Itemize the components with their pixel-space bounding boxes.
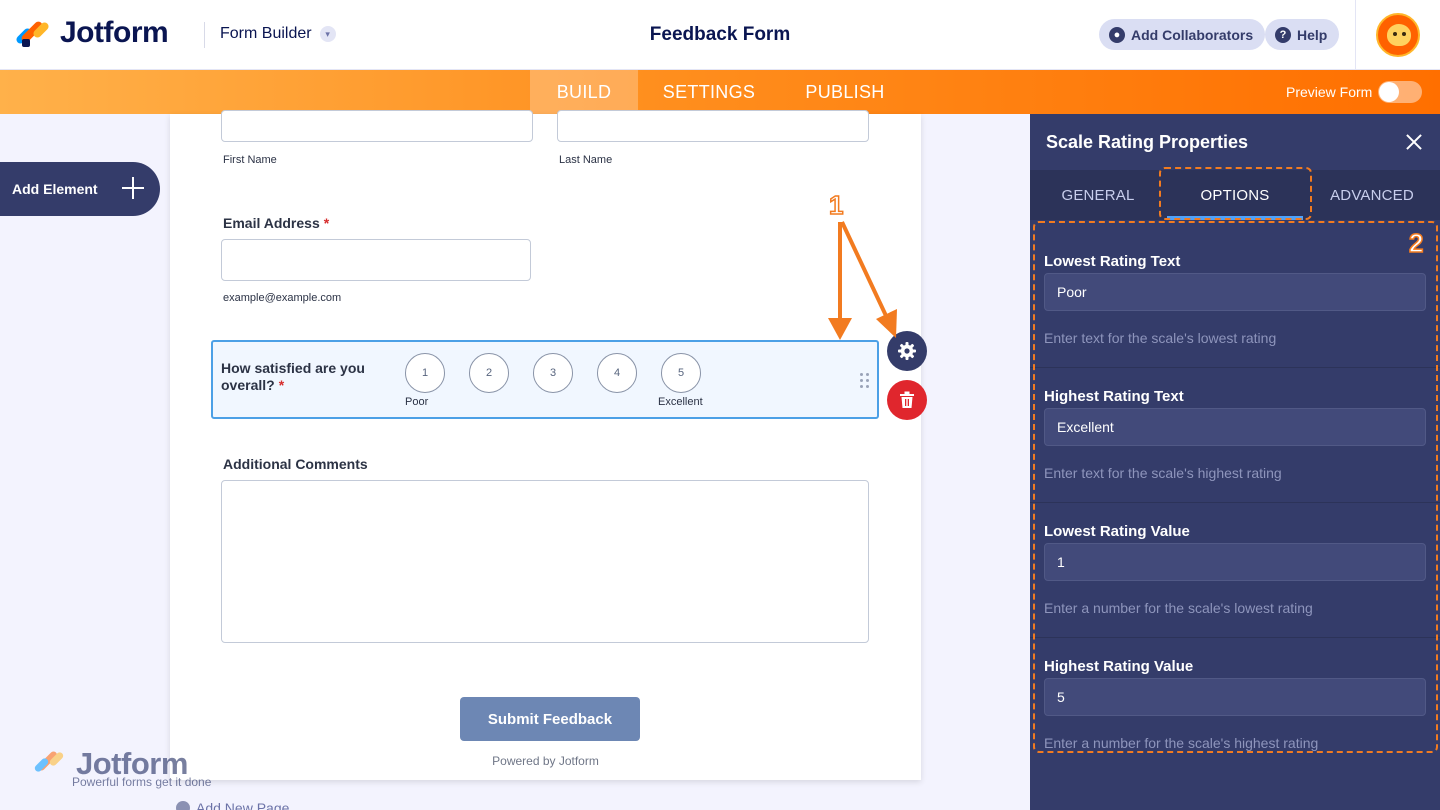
- watermark-tagline: Powerful forms get it done: [72, 775, 212, 789]
- brand-name: Jotform: [60, 16, 169, 49]
- preview-form-toggle[interactable]: [1378, 81, 1422, 103]
- avatar[interactable]: [1376, 13, 1420, 57]
- last-name-sublabel: Last Name: [559, 154, 613, 166]
- required-asterisk: *: [278, 377, 285, 393]
- form-builder-dropdown[interactable]: Form Builder ▾: [220, 25, 336, 43]
- scale-option-3[interactable]: 3: [533, 353, 573, 393]
- add-element-button[interactable]: Add Element: [0, 162, 160, 216]
- email-input[interactable]: [221, 239, 531, 281]
- avatar-eye-left: [1393, 32, 1397, 36]
- form-canvas: First Name Last Name Email Address * exam…: [170, 110, 927, 780]
- field-properties-button[interactable]: [887, 331, 927, 371]
- scale-option-1[interactable]: 1: [405, 353, 445, 393]
- tab-settings[interactable]: SETTINGS: [648, 70, 770, 114]
- help-label: Help: [1297, 26, 1328, 43]
- annotation-options-panel-highlight: [1033, 221, 1438, 753]
- avatar-eye-right: [1402, 32, 1406, 36]
- tab-advanced[interactable]: ADVANCED: [1304, 170, 1440, 220]
- powered-by[interactable]: Powered by Jotform: [170, 754, 921, 768]
- add-collaborators-label: Add Collaborators: [1131, 26, 1254, 43]
- annotation-marker-1: 1: [828, 189, 844, 221]
- add-new-page-button[interactable]: Add New Page: [176, 800, 289, 810]
- watermark-logo-icon: [33, 749, 68, 779]
- tab-build[interactable]: BUILD: [530, 70, 638, 114]
- top-bar: Jotform Form Builder ▾ Feedback Form ● A…: [0, 0, 1440, 70]
- builder-navbar: BUILD SETTINGS PUBLISH Preview Form: [0, 70, 1440, 114]
- scale-rating-field[interactable]: How satisfied are you overall? * 1 2 3 4 …: [211, 340, 879, 419]
- first-name-input[interactable]: [221, 110, 533, 142]
- panel-title: Scale Rating Properties: [1046, 132, 1249, 152]
- form-builder-label: Form Builder: [220, 25, 312, 42]
- submit-button[interactable]: Submit Feedback: [460, 697, 640, 741]
- scale-question: How satisfied are you overall? *: [221, 360, 391, 394]
- avatar-face: [1387, 24, 1411, 46]
- delete-field-button[interactable]: [887, 380, 927, 420]
- plus-icon: [122, 177, 144, 199]
- trash-icon: [900, 391, 914, 408]
- email-label-text: Email Address: [223, 215, 320, 231]
- comments-textarea[interactable]: [221, 480, 869, 643]
- jotform-logo[interactable]: Jotform: [14, 16, 169, 50]
- tab-publish[interactable]: PUBLISH: [788, 70, 902, 114]
- email-sublabel: example@example.com: [223, 292, 342, 304]
- help-icon: ?: [1275, 26, 1291, 43]
- user-icon: ●: [1109, 26, 1125, 43]
- chevron-down-icon: ▾: [319, 26, 336, 42]
- add-element-label: Add Element: [12, 181, 98, 197]
- scale-question-text: How satisfied are you overall?: [221, 360, 365, 393]
- scale-low-caption: Poor: [405, 396, 429, 408]
- header-divider: [204, 22, 205, 48]
- annotation-options-tab-highlight: [1159, 167, 1312, 220]
- close-icon[interactable]: [1406, 134, 1422, 150]
- gear-icon: [898, 342, 916, 360]
- help-button[interactable]: ? Help: [1265, 19, 1340, 50]
- annotation-marker-2: 2: [1408, 227, 1424, 259]
- preview-form-label: Preview Form: [1286, 84, 1373, 100]
- comments-label: Additional Comments: [223, 456, 368, 472]
- scale-option-4[interactable]: 4: [597, 353, 637, 393]
- add-new-page-label: Add New Page: [196, 800, 290, 810]
- required-asterisk: *: [323, 215, 330, 231]
- header-divider-right: [1355, 0, 1356, 70]
- add-collaborators-button[interactable]: ● Add Collaborators: [1099, 19, 1266, 50]
- email-label: Email Address *: [223, 215, 329, 231]
- drag-handle-icon[interactable]: [860, 373, 870, 389]
- scale-option-2[interactable]: 2: [469, 353, 509, 393]
- first-name-sublabel: First Name: [223, 154, 277, 166]
- last-name-input[interactable]: [557, 110, 869, 142]
- scale-high-caption: Excellent: [658, 396, 703, 408]
- tab-general[interactable]: GENERAL: [1030, 170, 1166, 220]
- scale-option-5[interactable]: 5: [661, 353, 701, 393]
- plus-circle-icon: [176, 801, 190, 810]
- jotform-logo-icon: [14, 17, 51, 49]
